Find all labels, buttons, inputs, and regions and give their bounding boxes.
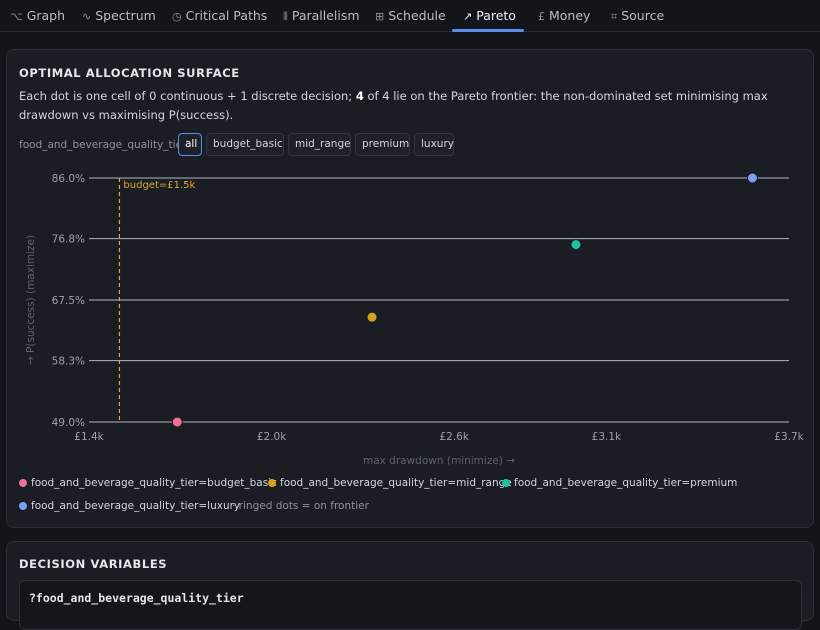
grid-icon: ⊞ <box>375 10 385 23</box>
x-tick-label: £3.1k <box>592 431 622 443</box>
decision-variable-row[interactable]: ?food_and_beverage_quality_tier <box>19 580 802 630</box>
tab-label: Parallelism <box>291 8 360 23</box>
tab-label: Spectrum <box>95 8 156 23</box>
y-axis-ticks: 49.0% 58.3% 67.5% 76.8% 86.0% <box>52 173 85 429</box>
x-tick-label: £2.0k <box>257 431 287 443</box>
legend-label: food_and_beverage_quality_tier=luxury <box>31 500 241 512</box>
y-tick-label: 67.5% <box>52 295 85 307</box>
x-axis-label: max drawdown (minimize) → <box>363 455 515 467</box>
tab-money[interactable]: £ Money <box>538 0 590 32</box>
legend-label: food_and_beverage_quality_tier=premium <box>514 477 738 489</box>
allocation-surface-card: OPTIMAL ALLOCATION SURFACE Each dot is o… <box>6 49 814 528</box>
clock-icon: ◷ <box>172 10 182 23</box>
tab-label: Schedule <box>388 8 446 23</box>
data-point <box>570 239 582 251</box>
graph-icon: ⌥ <box>10 10 23 23</box>
y-tick-label: 76.8% <box>52 234 85 246</box>
legend-item-mid-range: food_and_beverage_quality_tier=mid_range <box>268 477 512 489</box>
section-title: DECISION VARIABLES <box>19 557 168 571</box>
tab-label: Pareto <box>476 8 516 23</box>
chart-grid <box>89 177 789 423</box>
y-tick-label: 86.0% <box>52 173 85 185</box>
active-tab-indicator <box>452 29 524 32</box>
y-axis-label: → P(success) (maximize) <box>25 235 37 365</box>
legend-item-luxury: food_and_beverage_quality_tier=luxury <box>19 500 240 512</box>
pound-icon: £ <box>538 10 545 23</box>
legend-dot <box>268 479 276 487</box>
x-tick-label: £3.7k <box>774 431 804 443</box>
tab-label: Money <box>549 8 591 23</box>
decision-variables-card: DECISION VARIABLES ?food_and_beverage_qu… <box>6 541 814 630</box>
tab-label: Graph <box>26 8 66 23</box>
tab-spectrum[interactable]: ∿ Spectrum <box>82 0 156 32</box>
tab-label: Critical Paths <box>185 8 268 23</box>
legend-note: · ringed dots = on frontier <box>232 500 369 512</box>
parallel-icon: ⦀ <box>283 10 288 23</box>
tab-critical-paths[interactable]: ◷ Critical Paths <box>172 0 267 32</box>
pareto-chart: 49.0% 58.3% 67.5% 76.8% 86.0% £1.4k £2.0k £2.6… <box>25 172 805 467</box>
legend-dot <box>502 479 510 487</box>
tab-label: Source <box>621 8 665 23</box>
tab-source[interactable]: ⌗ Source <box>611 0 664 32</box>
data-point <box>746 172 758 184</box>
spectrum-icon: ∿ <box>82 10 92 23</box>
legend-dot <box>19 479 27 487</box>
x-tick-label: £2.6k <box>439 431 469 443</box>
y-tick-label: 49.0% <box>52 417 85 429</box>
legend-dot <box>19 502 27 510</box>
tab-graph[interactable]: ⌥ Graph <box>10 0 65 32</box>
legend-item-premium: food_and_beverage_quality_tier=premium <box>502 477 737 489</box>
tab-bar: ⌥ Graph ∿ Spectrum ◷ Critical Paths ⦀ Parall… <box>0 0 820 32</box>
tab-schedule[interactable]: ⊞ Schedule <box>375 0 446 32</box>
hash-icon: ⌗ <box>611 10 618 23</box>
tab-parallelism[interactable]: ⦀ Parallelism <box>283 0 360 32</box>
tab-pareto[interactable]: ↗ Pareto <box>463 0 516 32</box>
data-point <box>171 416 183 428</box>
x-axis-ticks: £1.4k £2.0k £2.6k £3.1k £3.7k <box>74 431 804 443</box>
arrow-up-right-icon: ↗ <box>463 10 473 23</box>
variable-name: ?food_and_beverage_quality_tier <box>29 591 244 605</box>
legend-label: food_and_beverage_quality_tier=budget_ba… <box>31 477 277 489</box>
y-tick-label: 58.3% <box>52 356 85 368</box>
legend-item-budget-basic: food_and_beverage_quality_tier=budget_ba… <box>19 477 277 489</box>
data-point <box>366 311 378 323</box>
x-tick-label: £1.4k <box>74 431 104 443</box>
legend-label: food_and_beverage_quality_tier=mid_range <box>280 477 512 489</box>
budget-label: budget=£1.5k <box>123 180 195 191</box>
